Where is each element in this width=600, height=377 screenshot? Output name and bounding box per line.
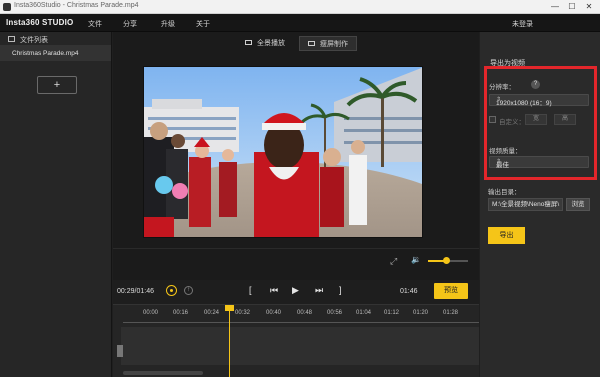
add-file-button[interactable]: + bbox=[37, 76, 77, 94]
chevron-updown-icon: ⇕ bbox=[496, 97, 502, 103]
resolution-select[interactable]: 1920x1080 (16：9) ⇕ bbox=[489, 94, 589, 107]
export-button[interactable]: 导出 bbox=[488, 227, 525, 244]
timeline-tick: 00:16 bbox=[173, 310, 189, 316]
window-title: Insta360Studio - Christmas Parade.mp4 bbox=[14, 2, 139, 9]
file-list-icon bbox=[8, 36, 15, 42]
width-input[interactable]: 宽 bbox=[525, 114, 547, 125]
next-frame-button[interactable]: ⏭ bbox=[315, 285, 323, 296]
volume-slider[interactable] bbox=[428, 257, 468, 264]
timeline-tick: 00:32 bbox=[235, 310, 251, 316]
close-button[interactable]: ✕ bbox=[582, 2, 596, 12]
track-handle[interactable] bbox=[117, 345, 123, 357]
screen-icon bbox=[308, 40, 315, 46]
editor-area: 全景播放 瘦屏制作 ⤢ 🔉 00:29/01:46 ↑ [⏮ ▶ ⏭] 01… bbox=[113, 32, 479, 377]
timeline-tick: 00:56 bbox=[327, 310, 343, 316]
help-icon[interactable]: ? bbox=[531, 80, 540, 89]
menubar: Insta360 STUDIO 文件 分享 升级 关于 未登录 bbox=[0, 14, 600, 32]
video-preview[interactable] bbox=[143, 66, 423, 238]
timeline-tick: 00:00 bbox=[143, 310, 159, 316]
current-time: 00:29/01:46 bbox=[117, 288, 154, 295]
total-time: 01:46 bbox=[400, 288, 418, 295]
timeline-tick: 01:20 bbox=[413, 310, 429, 316]
timeline-tick: 01:12 bbox=[384, 310, 400, 316]
menu-share[interactable]: 分享 bbox=[123, 19, 137, 29]
file-list-title: 文件列表 bbox=[20, 37, 48, 44]
minimize-button[interactable]: — bbox=[548, 2, 562, 12]
timeline-ruler bbox=[123, 319, 479, 323]
custom-size-checkbox[interactable] bbox=[489, 116, 496, 123]
timeline-track[interactable] bbox=[121, 327, 479, 365]
previous-frame-button[interactable]: ⏮ bbox=[270, 285, 278, 296]
browse-button[interactable]: 浏览 bbox=[566, 198, 590, 211]
mark-out-button[interactable]: ] bbox=[339, 285, 342, 295]
mark-in-button[interactable]: [ bbox=[249, 285, 252, 295]
panorama-icon bbox=[245, 39, 252, 45]
timeline-tick: 01:04 bbox=[356, 310, 372, 316]
chevron-updown-icon: ⇕ bbox=[496, 159, 502, 165]
video-aux-controls: ⤢ 🔉 bbox=[113, 248, 479, 270]
preview-button[interactable]: 预览 bbox=[434, 283, 468, 299]
view-mode-tabs: 全景播放 瘦屏制作 bbox=[113, 36, 479, 52]
login-status[interactable]: 未登录 bbox=[512, 19, 533, 29]
output-dir-label: 输出目录： bbox=[488, 189, 521, 196]
menu-upgrade[interactable]: 升级 bbox=[161, 19, 175, 29]
volume-icon[interactable]: 🔉 bbox=[411, 255, 421, 264]
info-icon[interactable]: ↑ bbox=[184, 286, 193, 295]
file-list-panel: 文件列表 Christmas Parade.mp4 + bbox=[0, 32, 112, 377]
keyframe-target-icon[interactable] bbox=[166, 285, 177, 296]
timeline-tick: 00:40 bbox=[266, 310, 282, 316]
timeline-scrollbar[interactable] bbox=[123, 371, 203, 375]
quality-label: 视频质量： bbox=[489, 148, 522, 155]
timeline[interactable]: 00:00 00:16 00:24 00:32 00:40 00:48 00:5… bbox=[113, 304, 479, 377]
file-name: Christmas Parade.mp4 bbox=[12, 50, 79, 57]
app-brand: Insta360 STUDIO bbox=[6, 18, 74, 27]
file-list-item[interactable]: Christmas Parade.mp4 bbox=[0, 46, 111, 61]
timeline-tick: 00:48 bbox=[297, 310, 313, 316]
video-frame-image bbox=[144, 67, 422, 237]
custom-size-label: 自定义： bbox=[499, 119, 525, 126]
maximize-button[interactable]: ☐ bbox=[565, 2, 579, 12]
file-list-header: 文件列表 bbox=[0, 32, 111, 46]
playhead[interactable] bbox=[229, 305, 230, 377]
menu-file[interactable]: 文件 bbox=[88, 19, 102, 29]
play-button[interactable]: ▶ bbox=[292, 285, 299, 296]
output-path-input[interactable]: M:\全景视频\Neno瘦屏\ bbox=[488, 198, 563, 211]
window-titlebar: Insta360Studio - Christmas Parade.mp4 — … bbox=[0, 0, 600, 14]
timeline-tick: 01:28 bbox=[443, 310, 459, 316]
playback-bar: 00:29/01:46 ↑ [ ⏮ ▶ ⏭ ] 01:46 预览 bbox=[113, 280, 479, 304]
fullscreen-icon[interactable]: ⤢ bbox=[390, 256, 397, 267]
app-icon bbox=[3, 3, 11, 11]
quality-select[interactable]: 最佳 ⇕ bbox=[489, 156, 589, 169]
volume-knob[interactable] bbox=[443, 257, 450, 264]
height-input[interactable]: 高 bbox=[554, 114, 576, 125]
resolution-label: 分辨率： bbox=[489, 84, 515, 91]
timeline-tick: 00:24 bbox=[204, 310, 220, 316]
menu-about[interactable]: 关于 bbox=[196, 19, 210, 29]
tab-panorama-play[interactable]: 全景播放 bbox=[237, 36, 293, 51]
tab-reframe-edit[interactable]: 瘦屏制作 bbox=[299, 36, 357, 51]
